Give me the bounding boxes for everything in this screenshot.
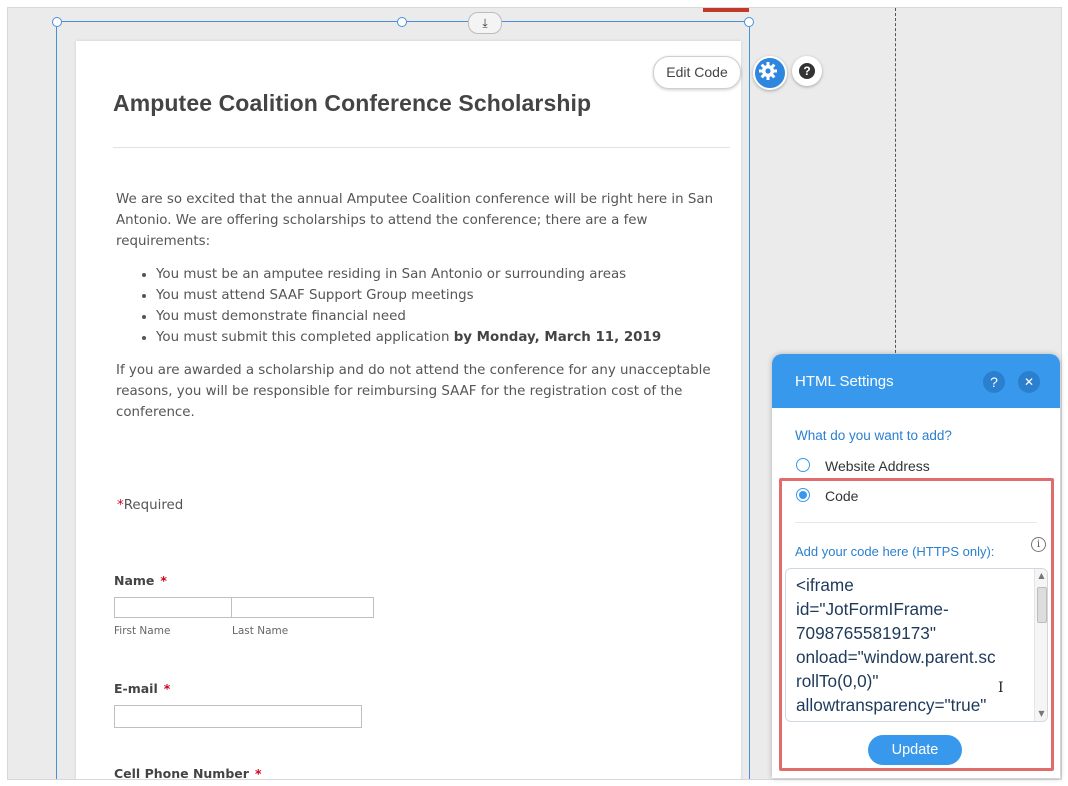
- panel-header: HTML Settings ? ✕: [772, 354, 1060, 408]
- add-question: What do you want to add?: [795, 428, 952, 443]
- guide-line: [895, 8, 896, 368]
- resize-handle[interactable]: [52, 17, 62, 27]
- resize-handle[interactable]: [744, 17, 754, 27]
- edit-code-button[interactable]: Edit Code: [653, 56, 741, 89]
- panel-title: HTML Settings: [795, 373, 894, 390]
- website-address-radio[interactable]: [796, 458, 810, 472]
- red-marker: [703, 8, 749, 12]
- highlight-frame: [779, 478, 1054, 771]
- close-icon[interactable]: ✕: [1018, 371, 1040, 393]
- website-address-label[interactable]: Website Address: [825, 458, 930, 474]
- gear-icon: [759, 62, 777, 80]
- help-button[interactable]: ?: [792, 56, 822, 86]
- download-arrow-icon[interactable]: ⤓: [468, 12, 502, 34]
- question-icon: ?: [799, 63, 815, 79]
- resize-handle[interactable]: [397, 17, 407, 27]
- settings-button[interactable]: [753, 56, 787, 90]
- panel-help-icon[interactable]: ?: [983, 371, 1005, 393]
- selection-frame: [52, 17, 754, 779]
